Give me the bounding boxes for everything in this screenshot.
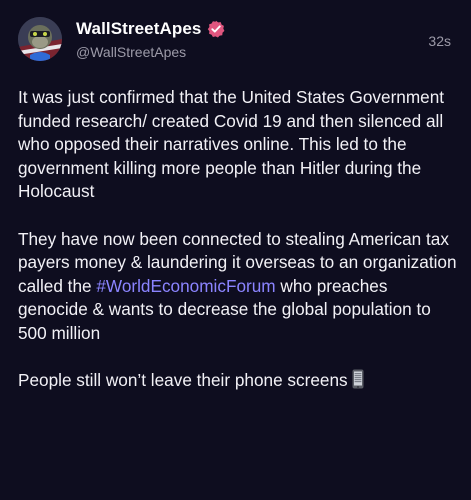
mobile-phone-icon [352, 369, 364, 389]
post-paragraph-3: People still won’t leave their phone scr… [18, 369, 458, 393]
verified-badge-icon [207, 20, 225, 38]
avatar[interactable] [18, 17, 62, 61]
user-handle[interactable]: @WallStreetApes [76, 44, 186, 60]
post-body: It was just confirmed that the United St… [18, 86, 458, 393]
hashtag-link[interactable]: #WorldEconomicForum [96, 276, 275, 296]
post-paragraph-2: They have now been connected to stealing… [18, 228, 458, 346]
post-paragraph-1: It was just confirmed that the United St… [18, 87, 445, 202]
post-card: WallStreetApes @WallStreetApes 32s It wa… [0, 0, 471, 500]
paragraph-3-text: People still won’t leave their phone scr… [18, 370, 348, 391]
post-timestamp[interactable]: 32s [428, 33, 451, 49]
display-name[interactable]: WallStreetApes [76, 19, 201, 39]
author-row: WallStreetApes [76, 19, 225, 39]
